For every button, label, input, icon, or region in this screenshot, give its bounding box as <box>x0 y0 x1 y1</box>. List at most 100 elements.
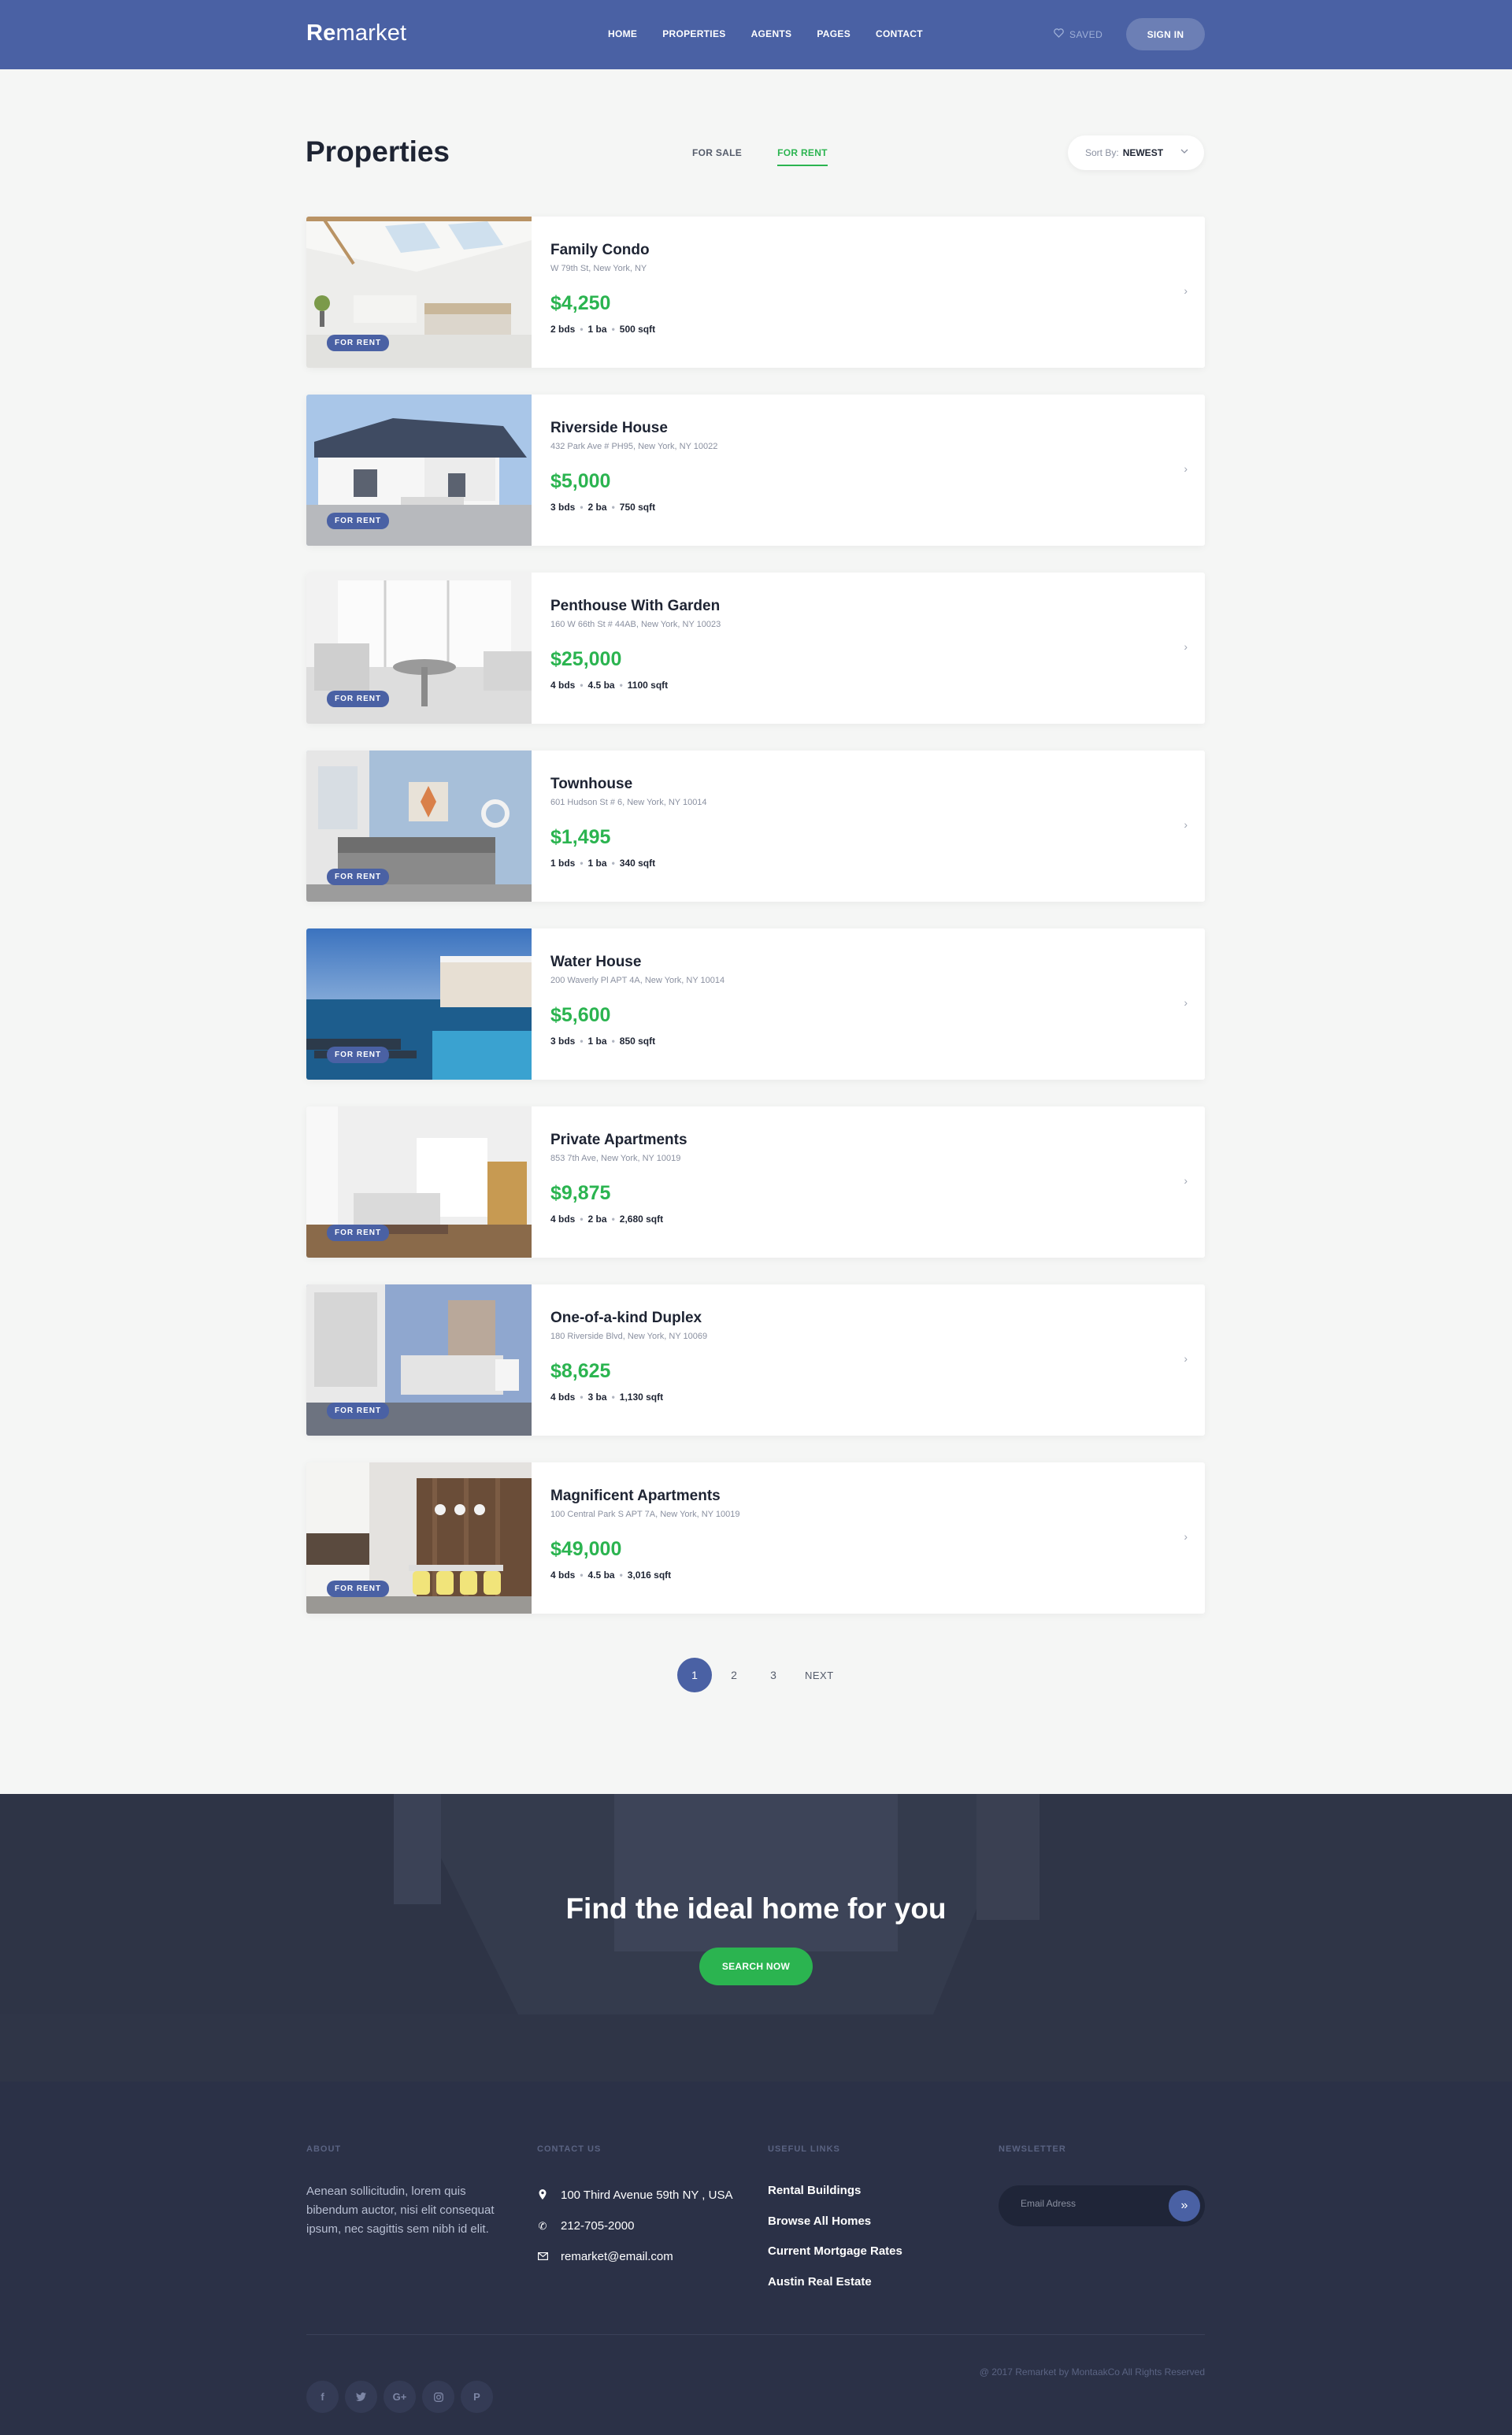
search-now-button[interactable]: SEARCH NOW <box>699 1948 813 1985</box>
property-specs: 4 bds • 2 ba • 2,680 sqft <box>550 1214 664 1225</box>
property-photo[interactable]: FOR RENT <box>306 928 532 1080</box>
about-title: ABOUT <box>306 2144 342 2154</box>
saved-label: SAVED <box>1069 28 1103 40</box>
page-1-button[interactable]: 1 <box>677 1658 712 1692</box>
status-badge: FOR RENT <box>327 1581 390 1597</box>
property-card[interactable]: FOR RENT Riverside House 432 Park Ave # … <box>306 395 1205 546</box>
chevron-right-icon[interactable]: › <box>1184 1174 1188 1187</box>
cta-title: Find the ideal home for you <box>565 1892 947 1925</box>
property-address: 160 W 66th St # 44AB, New York, NY 10023 <box>550 620 721 629</box>
property-name[interactable]: Family Condo <box>550 242 650 259</box>
nav-pages[interactable]: PAGES <box>817 28 850 39</box>
page-title: Properties <box>306 135 450 168</box>
twitter-icon[interactable] <box>345 2381 377 2413</box>
footer-divider <box>306 2334 1205 2335</box>
status-badge: FOR RENT <box>327 335 390 351</box>
status-badge: FOR RENT <box>327 1403 390 1419</box>
cta-banner: Find the ideal home for you SEARCH NOW <box>0 1794 1512 2081</box>
property-card[interactable]: FOR RENT Family Condo W 79th St, New Yor… <box>306 217 1205 368</box>
property-name[interactable]: Water House <box>550 954 641 971</box>
newsletter-form: » <box>999 2185 1205 2226</box>
tab-for-sale[interactable]: FOR SALE <box>692 147 742 166</box>
link-austin-real-estate[interactable]: Austin Real Estate <box>768 2271 902 2302</box>
property-card[interactable]: FOR RENT Private Apartments 853 7th Ave,… <box>306 1106 1205 1258</box>
property-name[interactable]: One-of-a-kind Duplex <box>550 1310 702 1327</box>
top-navbar: Remarket HOME PROPERTIES AGENTS PAGES CO… <box>0 0 1512 69</box>
copyright-text: @ 2017 Remarket by MontaakCo All Rights … <box>979 2366 1205 2378</box>
chevron-right-icon[interactable]: › <box>1184 996 1188 1009</box>
property-photo[interactable]: FOR RENT <box>306 1284 532 1436</box>
saved-link[interactable]: SAVED <box>1054 28 1102 40</box>
instagram-icon[interactable] <box>422 2381 454 2413</box>
chevron-right-icon[interactable]: › <box>1184 818 1188 831</box>
facebook-icon[interactable]: f <box>306 2381 339 2413</box>
heart-icon <box>1054 28 1064 40</box>
status-badge: FOR RENT <box>327 1047 390 1063</box>
chevron-right-icon[interactable]: › <box>1184 1352 1188 1365</box>
property-price: $5,600 <box>550 1004 611 1026</box>
property-price: $5,000 <box>550 470 611 492</box>
sort-dropdown[interactable]: Sort By: NEWEST <box>1068 135 1204 170</box>
contact-phone[interactable]: ✆ 212-705-2000 <box>537 2211 732 2241</box>
logo[interactable]: Remarket <box>306 20 406 46</box>
page-3-button[interactable]: 3 <box>756 1658 791 1692</box>
chevron-right-icon[interactable]: › <box>1184 640 1188 653</box>
chevron-right-icon[interactable]: › <box>1184 284 1188 297</box>
nav-home[interactable]: HOME <box>608 28 637 39</box>
property-card[interactable]: FOR RENT Water House 200 Waverly Pl APT … <box>306 928 1205 1080</box>
property-card[interactable]: FOR RENT One-of-a-kind Duplex 180 Rivers… <box>306 1284 1205 1436</box>
chevron-right-icon[interactable]: › <box>1184 1530 1188 1543</box>
newsletter-email-input[interactable] <box>1021 2198 1147 2209</box>
about-text: Aenean sollicitudin, lorem quis bibendum… <box>306 2185 495 2236</box>
property-name[interactable]: Magnificent Apartments <box>550 1488 721 1505</box>
property-card[interactable]: FOR RENT Townhouse 601 Hudson St # 6, Ne… <box>306 751 1205 902</box>
property-specs: 3 bds • 1 ba • 850 sqft <box>550 1036 656 1047</box>
link-browse-all-homes[interactable]: Browse All Homes <box>768 2211 902 2241</box>
property-photo[interactable]: FOR RENT <box>306 217 532 368</box>
property-specs: 2 bds • 1 ba • 500 sqft <box>550 324 656 335</box>
nav-properties[interactable]: PROPERTIES <box>662 28 725 39</box>
property-name[interactable]: Townhouse <box>550 776 632 793</box>
property-specs: 4 bds • 3 ba • 1,130 sqft <box>550 1392 664 1403</box>
property-photo[interactable]: FOR RENT <box>306 1462 532 1614</box>
contact-email[interactable]: remarket@email.com <box>537 2241 732 2272</box>
property-specs: 1 bds • 1 ba • 340 sqft <box>550 858 656 869</box>
city-street-background <box>0 1794 1512 2081</box>
property-photo[interactable]: FOR RENT <box>306 573 532 724</box>
phone-icon: ✆ <box>538 2219 547 2232</box>
property-photo[interactable]: FOR RENT <box>306 395 532 546</box>
double-chevron-right-icon[interactable]: » <box>1169 2190 1200 2222</box>
property-address: 432 Park Ave # PH95, New York, NY 10022 <box>550 442 718 451</box>
page-2-button[interactable]: 2 <box>717 1658 751 1692</box>
pagination: 1 2 3 NEXT <box>677 1658 848 1692</box>
property-specs: 3 bds • 2 ba • 750 sqft <box>550 502 656 513</box>
status-badge: FOR RENT <box>327 869 390 885</box>
contact-list: 100 Third Avenue 59th NY , USA ✆ 212-705… <box>537 2180 732 2272</box>
sign-in-button[interactable]: SIGN IN <box>1126 18 1205 50</box>
property-address: 200 Waverly Pl APT 4A, New York, NY 1001… <box>550 976 725 985</box>
property-photo[interactable]: FOR RENT <box>306 751 532 902</box>
page-heading: Properties FOR SALE FOR RENT <box>0 69 1512 219</box>
property-card[interactable]: FOR RENT Penthouse With Garden 160 W 66t… <box>306 573 1205 724</box>
property-specs: 4 bds • 4.5 ba • 3,016 sqft <box>550 1570 672 1581</box>
tab-for-rent[interactable]: FOR RENT <box>777 147 828 166</box>
property-price: $9,875 <box>550 1182 611 1204</box>
link-rental-buildings[interactable]: Rental Buildings <box>768 2180 902 2211</box>
property-photo[interactable]: FOR RENT <box>306 1106 532 1258</box>
pinterest-icon[interactable]: P <box>461 2381 493 2413</box>
property-card[interactable]: FOR RENT Magnificent Apartments 100 Cent… <box>306 1462 1205 1614</box>
chevron-right-icon[interactable]: › <box>1184 462 1188 475</box>
status-badge: FOR RENT <box>327 513 390 529</box>
property-name[interactable]: Penthouse With Garden <box>550 598 720 615</box>
property-list: FOR RENT Family Condo W 79th St, New Yor… <box>306 217 1205 1640</box>
property-name[interactable]: Riverside House <box>550 420 668 437</box>
google-plus-icon[interactable]: G+ <box>384 2381 416 2413</box>
status-badge: FOR RENT <box>327 691 390 707</box>
nav-contact[interactable]: CONTACT <box>876 28 923 39</box>
next-page-button[interactable]: NEXT <box>795 1658 843 1692</box>
useful-links-title: USEFUL LINKS <box>768 2144 840 2154</box>
nav-agents[interactable]: AGENTS <box>751 28 792 39</box>
property-name[interactable]: Private Apartments <box>550 1132 687 1149</box>
link-current-mortgage-rates[interactable]: Current Mortgage Rates <box>768 2240 902 2271</box>
sort-label: Sort By: <box>1085 147 1119 158</box>
